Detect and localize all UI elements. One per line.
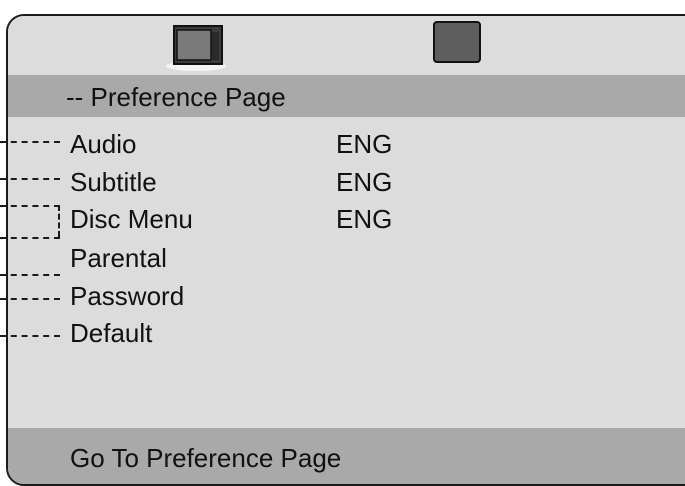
square-icon[interactable] xyxy=(432,20,482,64)
leader-line-audio xyxy=(0,141,60,143)
leader-line-parental xyxy=(0,274,60,276)
page-title: -- Preference Page xyxy=(66,82,286,112)
menu-item-password[interactable]: Password xyxy=(70,281,184,311)
footer-hint: Go To Preference Page xyxy=(70,443,342,473)
top-icon-bar xyxy=(8,16,685,75)
leader-line-disc-menu-vertical xyxy=(58,205,60,237)
menu-item-default[interactable]: Default xyxy=(70,318,152,348)
leader-line-password xyxy=(0,298,60,300)
menu-value-audio: ENG xyxy=(336,129,393,159)
menu-value-disc-menu: ENG xyxy=(336,204,393,234)
menu-item-disc-menu[interactable]: Disc Menu xyxy=(70,204,193,234)
leader-line-disc-menu xyxy=(0,205,60,207)
osd-panel: -- Preference Page Audio ENG Subtitle EN… xyxy=(6,14,685,486)
menu-item-subtitle[interactable]: Subtitle xyxy=(70,167,157,197)
menu-item-parental[interactable]: Parental xyxy=(70,243,167,273)
menu-item-audio[interactable]: Audio xyxy=(70,129,137,159)
leader-line-default xyxy=(0,335,60,337)
page-header: -- Preference Page xyxy=(8,75,685,117)
menu-value-subtitle: ENG xyxy=(336,167,393,197)
footer-bar: Go To Preference Page xyxy=(8,428,685,484)
tv-icon[interactable] xyxy=(164,24,228,72)
leader-line-parental-top xyxy=(0,237,60,239)
menu-list: Audio ENG Subtitle ENG Disc Menu ENG Par… xyxy=(8,117,685,429)
leader-line-subtitle xyxy=(0,178,60,180)
